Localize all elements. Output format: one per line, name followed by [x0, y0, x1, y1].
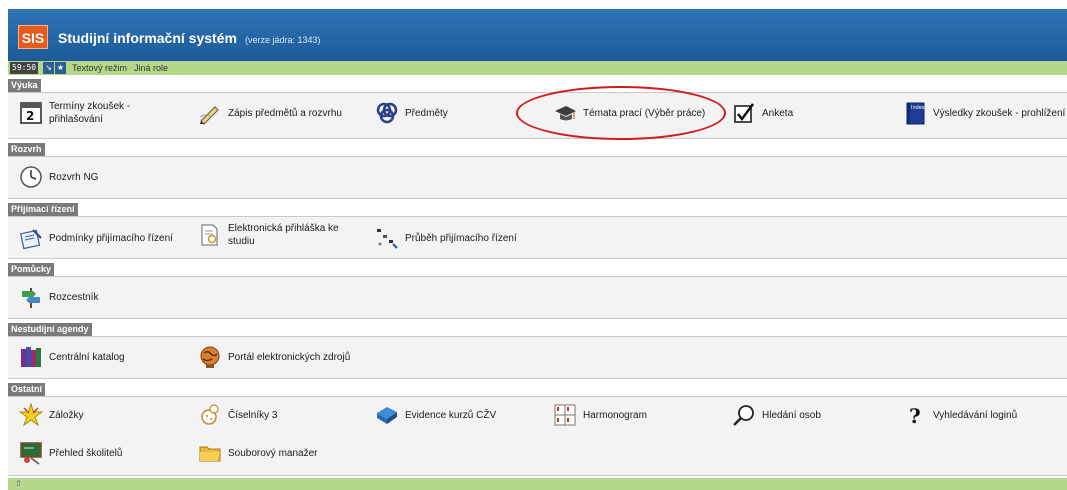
menu-item-hledani-osob[interactable]: Hledání osob: [732, 400, 852, 430]
teacher-board-icon: [19, 441, 43, 465]
app-header: SIS Studijní informační systém (verze já…: [8, 9, 1067, 61]
menu-item-label: Souborový manažer: [228, 448, 318, 459]
menu-item-harmonogram[interactable]: Harmonogram: [553, 400, 673, 430]
sis-homepage: SIS Studijní informační systém (verze já…: [0, 0, 1067, 490]
app-version: (verze jádra: 1343): [245, 35, 321, 45]
section-title-rozvrh: Rozvrh: [8, 143, 45, 156]
pencil-icon: [198, 101, 222, 125]
menu-item-label: Anketa: [762, 108, 794, 119]
sis-logo[interactable]: SIS: [18, 25, 48, 49]
menu-item-label: Termíny zkoušek - přihlašování: [49, 101, 131, 125]
section-pomucky: Rozcestník: [8, 276, 1067, 319]
dice-icon: [198, 403, 222, 427]
arrow-icon[interactable]: ↘: [43, 62, 54, 74]
checkbox-icon: [732, 101, 756, 125]
menu-item-label: Harmonogram: [583, 410, 647, 421]
session-timer: 59:50: [10, 62, 39, 74]
section-prijimaci: Podmínky přijímacího řízení Elektronická…: [8, 216, 1067, 259]
knot-icon: [375, 101, 399, 125]
question-mark-icon: ?: [903, 403, 927, 427]
document-search-icon: [198, 223, 222, 247]
globe-icon: [198, 345, 222, 369]
star-burst-icon: [19, 403, 43, 427]
path-icon: [375, 226, 399, 250]
app-title[interactable]: Studijní informační systém: [58, 30, 237, 46]
schedule-grid-icon: [553, 403, 577, 427]
menu-item-anketa[interactable]: Anketa: [732, 98, 832, 128]
highlight-ellipse: [516, 86, 726, 140]
calendar-icon: 2: [19, 101, 43, 125]
menu-item-terminy-zkousek[interactable]: 2 Termíny zkoušek - přihlašování: [19, 98, 169, 128]
menu-item-label: Podmínky přijímacího řízení: [49, 233, 173, 244]
text-mode-link[interactable]: Textový režim: [72, 62, 127, 74]
menu-item-predmety[interactable]: Předměty: [375, 98, 495, 128]
section-title-ostatni: Ostatní: [8, 383, 46, 396]
footer-bar: ⇧: [8, 478, 1067, 490]
menu-item-prehled-skolitelu[interactable]: Přehled školitelů: [19, 438, 179, 468]
menu-item-label: Předměty: [405, 108, 448, 119]
menu-item-label: Výsledky zkoušek - prohlížení: [933, 108, 1066, 119]
signpost-icon: [19, 285, 43, 309]
svg-text:2: 2: [26, 109, 34, 123]
menu-item-ciselniky-3[interactable]: Číselníky 3: [198, 400, 318, 430]
section-title-nestudijni: Nestudijní agendy: [8, 323, 92, 336]
menu-item-podminky-prijimaciho-rizeni[interactable]: Podmínky přijímacího řízení: [19, 223, 189, 253]
session-toolbar: 59:50 ↘ ★ Textový režim Jiná role: [8, 61, 1067, 75]
menu-item-elektronicka-prihlaska[interactable]: Elektronická přihláška ke studiu: [198, 220, 368, 250]
menu-item-label: Číselníky 3: [228, 410, 278, 421]
section-title-pomucky: Pomůcky: [8, 263, 55, 276]
footer-up-icon[interactable]: ⇧: [15, 479, 22, 488]
notepad-pen-icon: [19, 226, 43, 250]
menu-item-vysledky-zkousek[interactable]: Index Výsledky zkoušek - prohlížení: [903, 98, 1067, 128]
section-ostatni: Záložky Číselníky 3 Evidence kurzů CŽV H…: [8, 396, 1067, 476]
index-book-icon: Index: [903, 101, 927, 125]
menu-item-label: Portál elektronických zdrojů: [228, 352, 351, 363]
menu-item-label: Zápis předmětů a rozvrhu: [228, 108, 342, 119]
menu-item-centralni-katalog[interactable]: Centrální katalog: [19, 342, 169, 372]
menu-item-vyhledavani-loginu[interactable]: ? Vyhledávání loginů: [903, 400, 1053, 430]
menu-item-label: Průběh přijímacího řízení: [405, 233, 517, 244]
other-role-link[interactable]: Jiná role: [134, 62, 168, 74]
section-title-vyuka: Výuka: [8, 79, 41, 92]
menu-item-label: Vyhledávání loginů: [933, 410, 1018, 421]
menu-item-prubeh-prijimaciho-rizeni[interactable]: Průběh přijímacího řízení: [375, 223, 545, 253]
section-rozvrh: Rozvrh NG: [8, 156, 1067, 199]
books-icon: [19, 345, 43, 369]
favorite-star-icon[interactable]: ★: [55, 62, 66, 74]
menu-item-label: Rozvrh NG: [49, 172, 99, 183]
menu-item-souborovy-manazer[interactable]: Souborový manažer: [198, 438, 358, 468]
menu-item-evidence-kurzu-czv[interactable]: Evidence kurzů CŽV: [375, 400, 525, 430]
menu-item-label: Záložky: [49, 410, 84, 421]
menu-item-label: Hledání osob: [762, 410, 821, 421]
clock-icon: [19, 165, 43, 189]
magnifier-icon: [732, 403, 756, 427]
menu-item-zalozky[interactable]: Záložky: [19, 400, 139, 430]
menu-item-label: Přehled školitelů: [49, 448, 123, 459]
menu-item-rozvrh-ng[interactable]: Rozvrh NG: [19, 162, 139, 192]
menu-item-label: Rozcestník: [49, 292, 99, 303]
menu-item-zapis-predmetu[interactable]: Zápis předmětů a rozvrhu: [198, 98, 368, 128]
folder-icon: [198, 441, 222, 465]
svg-text:Index: Index: [911, 105, 925, 111]
menu-item-label: Elektronická přihláška ke studiu: [228, 223, 339, 247]
section-nestudijni: Centrální katalog Portál elektronických …: [8, 336, 1067, 379]
section-title-prijimaci: Přijímací řízení: [8, 203, 78, 216]
svg-text:?: ?: [909, 404, 921, 427]
menu-item-label: Evidence kurzů CŽV: [405, 410, 497, 421]
menu-item-label: Centrální katalog: [49, 352, 125, 363]
menu-item-rozcestnik[interactable]: Rozcestník: [19, 282, 139, 312]
blue-book-icon: [375, 403, 399, 427]
menu-item-portal-elektronickych-zdroju[interactable]: Portál elektronických zdrojů: [198, 342, 378, 372]
